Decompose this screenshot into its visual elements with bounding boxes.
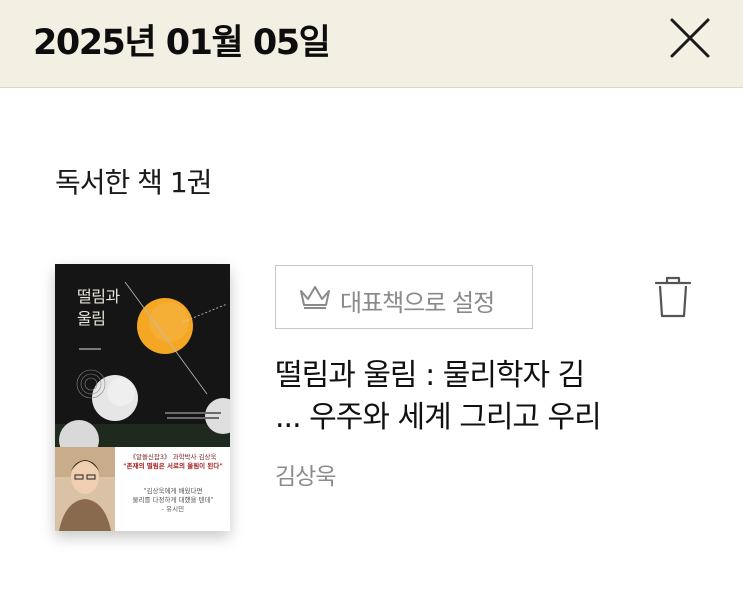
cover-band: 《알쓸신잡3》 과학박사 김상욱 "존재의 떨림은 서로의 울림이 된다" "김… [55, 447, 230, 531]
book-cover-image[interactable]: 떨림과 울림 《알쓸신잡3》 과학박사 김상욱 "존재의 떨림은 서로의 울림이… [55, 264, 230, 531]
cover-title: 떨림과 울림 [77, 287, 120, 328]
cover-band-headline: 《알쓸신잡3》 과학박사 김상욱 "존재의 떨림은 서로의 울림이 된다" [123, 453, 223, 470]
read-count-label: 독서한 책 1권 [55, 166, 212, 199]
delete-button[interactable] [654, 276, 692, 318]
trash-icon [654, 276, 692, 318]
set-representative-button[interactable]: 대표책으로 설정 [275, 265, 533, 329]
close-icon [670, 18, 710, 58]
set-representative-label: 대표책으로 설정 [340, 289, 495, 317]
header-bar: 2025년 01월 05일 [0, 0, 743, 88]
close-button[interactable] [664, 12, 716, 64]
book-author: 김상욱 [275, 464, 336, 490]
cover-band-quote: "김상욱에게 배웠다면 물리를 다정하게 대했을 텐데" - 유시민 [132, 487, 214, 513]
author-photo [55, 447, 115, 531]
crown-icon [300, 286, 330, 309]
page-title: 2025년 01월 05일 [33, 23, 331, 63]
book-title[interactable]: 떨림과 울림 : 물리학자 김 ... 우주와 세계 그리고 우리 [275, 355, 655, 439]
